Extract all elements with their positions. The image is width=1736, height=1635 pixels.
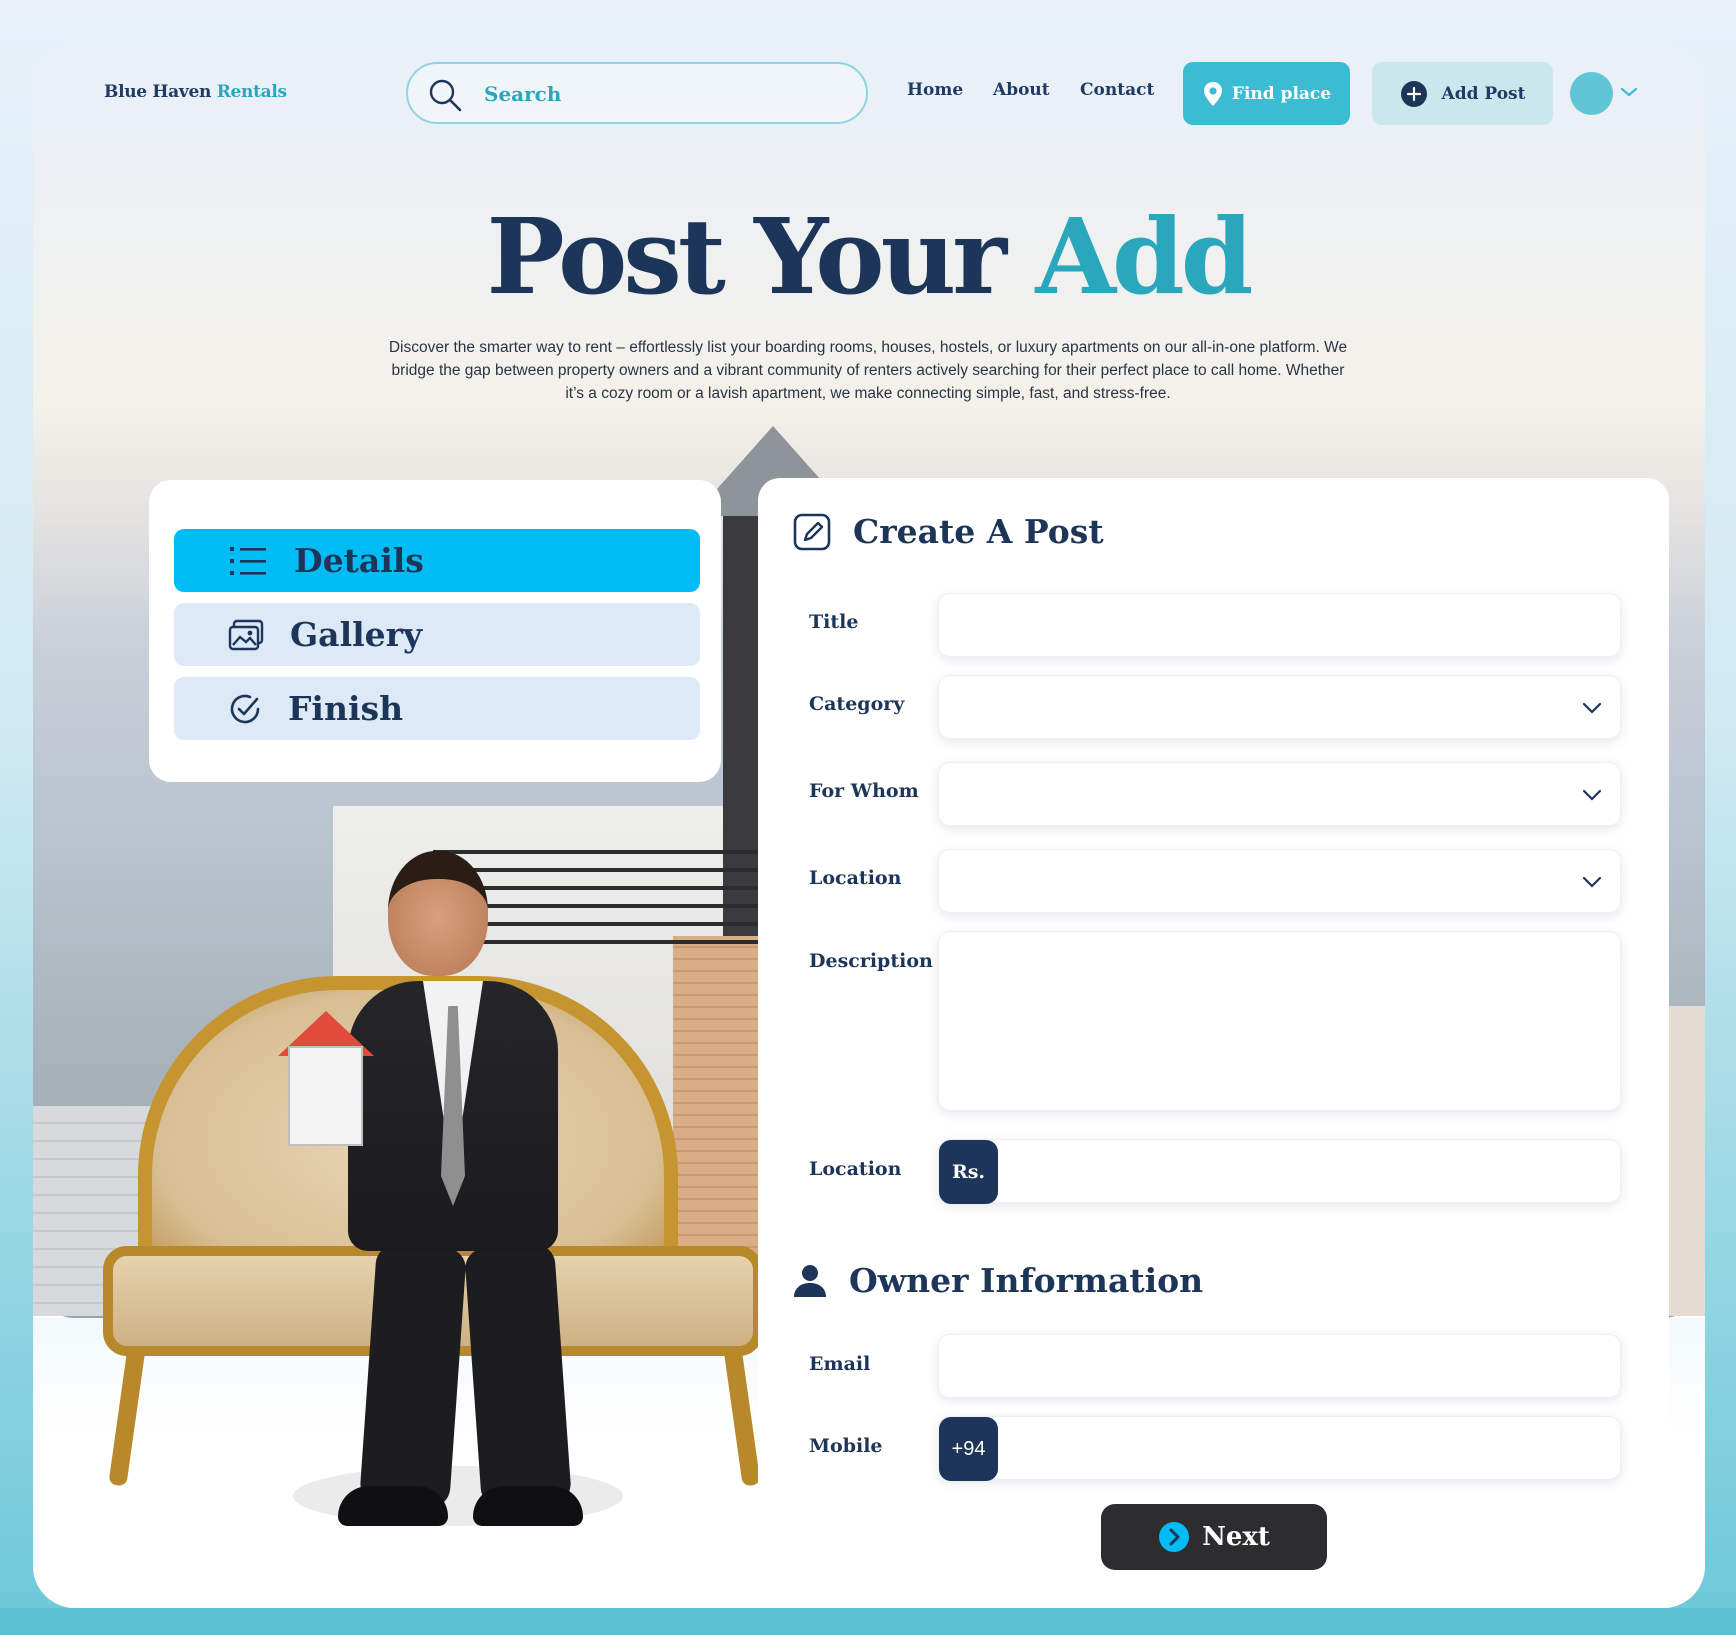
person-shoe-image: [338, 1486, 448, 1526]
description-textarea[interactable]: [939, 932, 1620, 1110]
search-icon: [429, 79, 462, 112]
find-place-button[interactable]: Find place: [1183, 62, 1350, 125]
nav-contact-link[interactable]: Contact: [1080, 80, 1154, 100]
step-label: Gallery: [290, 615, 423, 654]
title-label: Title: [809, 611, 859, 633]
brand-name-part2: Rentals: [216, 82, 287, 102]
location-label: Location: [809, 867, 902, 889]
create-post-heading: Create A Post: [793, 512, 1104, 551]
plus-circle-icon: [1400, 80, 1427, 107]
search-input[interactable]: [484, 74, 844, 114]
title-field: [938, 593, 1621, 657]
add-post-label: Add Post: [1441, 83, 1526, 104]
mobile-label: Mobile: [809, 1435, 883, 1457]
email-field: [938, 1334, 1621, 1398]
step-label: Details: [294, 541, 424, 580]
create-post-title: Create A Post: [853, 512, 1104, 551]
category-label: Category: [809, 693, 905, 715]
model-house-image: [288, 1046, 363, 1146]
user-icon: [794, 1264, 826, 1297]
gallery-icon: [228, 619, 264, 650]
for-whom-label: For Whom: [809, 780, 919, 802]
page-title: Post Your Add: [0, 195, 1736, 318]
brand-logo[interactable]: Blue Haven Rentals: [104, 82, 287, 102]
price-field: Rs.: [938, 1139, 1621, 1204]
location-select[interactable]: [938, 849, 1621, 913]
list-icon: [230, 546, 266, 575]
step-navigator: Details Gallery Finish: [149, 480, 721, 782]
country-code-prefix: +94: [939, 1417, 998, 1481]
map-pin-icon: [1203, 81, 1222, 106]
user-avatar[interactable]: [1570, 72, 1613, 115]
edit-icon: [793, 513, 831, 550]
search-bar: [406, 62, 868, 124]
chevron-right-circle-icon: [1159, 1522, 1190, 1552]
step-finish[interactable]: Finish: [174, 677, 700, 740]
chevron-down-icon: [1582, 789, 1602, 801]
step-details[interactable]: Details: [174, 529, 700, 592]
step-gallery[interactable]: Gallery: [174, 603, 700, 666]
title-input[interactable]: [939, 594, 1620, 656]
person-leg-image: [464, 1243, 572, 1509]
currency-prefix: Rs.: [939, 1140, 998, 1204]
mobile-input[interactable]: [939, 1417, 1620, 1479]
brand-name-part1: Blue Haven: [104, 82, 212, 102]
person-head-image: [388, 851, 488, 976]
mobile-field: +94: [938, 1416, 1621, 1481]
person-shoe-image: [473, 1486, 583, 1526]
step-label: Finish: [288, 689, 404, 728]
neighbour-house-image: [1663, 1006, 1705, 1316]
next-button[interactable]: Next: [1101, 1504, 1327, 1570]
next-label: Next: [1202, 1522, 1270, 1552]
nav-home-link[interactable]: Home: [907, 80, 963, 100]
page-title-part2: Add: [1035, 195, 1253, 318]
price-label: Location: [809, 1158, 902, 1180]
category-select[interactable]: [938, 675, 1621, 739]
owner-info-heading: Owner Information: [793, 1261, 1203, 1300]
chevron-down-icon[interactable]: [1620, 86, 1638, 98]
chevron-down-icon: [1582, 702, 1602, 714]
price-input[interactable]: [939, 1140, 1620, 1202]
email-label: Email: [809, 1353, 871, 1375]
find-place-label: Find place: [1231, 83, 1332, 104]
for-whom-select[interactable]: [938, 762, 1621, 826]
person-leg-image: [359, 1243, 467, 1509]
top-navbar: Blue Haven Rentals Home About Contact Fi…: [0, 0, 1736, 140]
check-circle-icon: [230, 694, 260, 723]
page-description: Discover the smarter way to rent – effor…: [388, 339, 1348, 402]
bottom-band: [0, 1608, 1736, 1635]
email-input[interactable]: [939, 1335, 1620, 1397]
create-post-form: Create A Post Title Category For Whom Lo…: [758, 478, 1669, 1608]
add-post-button[interactable]: Add Post: [1372, 62, 1553, 125]
chevron-down-icon: [1582, 876, 1602, 888]
owner-info-title: Owner Information: [849, 1261, 1204, 1300]
description-field: [938, 931, 1621, 1111]
description-label: Description: [809, 950, 933, 972]
nav-about-link[interactable]: About: [993, 80, 1050, 100]
page-title-part1: Post Your: [486, 195, 1008, 318]
